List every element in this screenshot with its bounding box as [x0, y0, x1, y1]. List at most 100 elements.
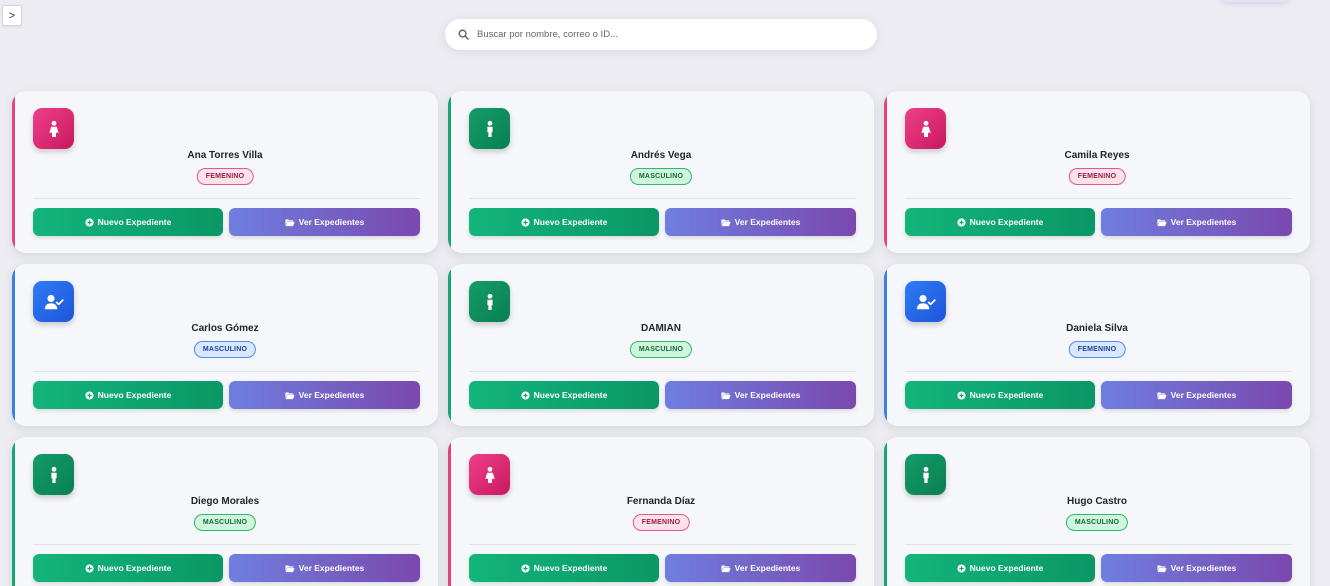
patient-name: Camila Reyes: [1064, 150, 1130, 161]
new-record-label: Nuevo Expediente: [969, 563, 1044, 573]
new-record-button[interactable]: Nuevo Expediente: [33, 381, 223, 409]
folder-open-icon: [285, 564, 295, 573]
card-divider: [905, 544, 1292, 545]
view-records-label: Ver Expedientes: [298, 217, 365, 227]
view-records-label: Ver Expedientes: [298, 563, 365, 573]
patient-card: Camila Reyes FEMENINO Nuevo Expediente V…: [884, 91, 1310, 253]
view-records-button[interactable]: Ver Expedientes: [229, 554, 420, 582]
view-records-button[interactable]: Ver Expedientes: [665, 208, 856, 236]
view-records-button[interactable]: Ver Expedientes: [1101, 554, 1292, 582]
view-records-label: Ver Expedientes: [734, 563, 801, 573]
patient-name: Andrés Vega: [630, 150, 692, 161]
plus-circle-icon: [957, 563, 966, 573]
card-accent-bar: [448, 437, 451, 586]
folder-open-icon: [1157, 564, 1167, 573]
patient-card: Ana Torres Villa FEMENINO Nuevo Expedien…: [12, 91, 438, 253]
view-records-button[interactable]: Ver Expedientes: [665, 554, 856, 582]
gender-badge: FEMENINO: [1068, 168, 1126, 185]
folder-open-icon: [285, 391, 295, 400]
patient-avatar: [33, 281, 74, 322]
patient-name: Hugo Castro: [1067, 496, 1127, 507]
folder-open-icon: [1157, 391, 1167, 400]
folder-open-icon: [721, 218, 731, 227]
plus-circle-icon: [85, 563, 94, 573]
new-record-label: Nuevo Expediente: [97, 563, 172, 573]
gender-badge: MASCULINO: [193, 341, 257, 358]
female-icon: [46, 120, 62, 138]
card-divider: [33, 544, 420, 545]
new-record-label: Nuevo Expediente: [97, 217, 172, 227]
patient-avatar: [905, 454, 946, 495]
patient-card: Carlos Gómez MASCULINO Nuevo Expediente …: [12, 264, 438, 426]
view-records-button[interactable]: Ver Expedientes: [229, 381, 420, 409]
new-record-button[interactable]: Nuevo Expediente: [905, 381, 1095, 409]
patient-name: Carlos Gómez: [191, 323, 259, 334]
card-divider: [469, 544, 856, 545]
search-bar[interactable]: [445, 19, 877, 50]
patient-avatar: [469, 108, 510, 149]
plus-circle-icon: [521, 563, 530, 573]
new-record-button[interactable]: Nuevo Expediente: [33, 554, 223, 582]
sidebar-toggle-button[interactable]: >: [2, 5, 22, 26]
view-records-button[interactable]: Ver Expedientes: [1101, 208, 1292, 236]
card-accent-bar: [884, 264, 887, 426]
patient-avatar: [33, 454, 74, 495]
card-divider: [469, 198, 856, 199]
patient-card: Andrés Vega MASCULINO Nuevo Expediente V…: [448, 91, 874, 253]
patient-avatar: [469, 281, 510, 322]
new-record-button[interactable]: Nuevo Expediente: [905, 554, 1095, 582]
gender-badge: FEMENINO: [1068, 341, 1126, 358]
user-check-icon: [44, 294, 64, 310]
female-icon: [918, 120, 934, 138]
patient-card: Daniela Silva FEMENINO Nuevo Expediente …: [884, 264, 1310, 426]
gender-badge: FEMENINO: [196, 168, 254, 185]
search-input[interactable]: [475, 28, 859, 41]
patient-card: Fernanda Díaz FEMENINO Nuevo Expediente …: [448, 437, 874, 586]
card-accent-bar: [12, 264, 15, 426]
new-record-button[interactable]: Nuevo Expediente: [469, 381, 659, 409]
card-divider: [905, 198, 1292, 199]
folder-open-icon: [1157, 218, 1167, 227]
patient-avatar: [905, 108, 946, 149]
card-divider: [33, 198, 420, 199]
card-accent-bar: [12, 91, 15, 253]
view-records-label: Ver Expedientes: [1170, 563, 1237, 573]
male-icon: [918, 466, 934, 484]
new-record-label: Nuevo Expediente: [97, 390, 172, 400]
new-record-button[interactable]: Nuevo Expediente: [905, 208, 1095, 236]
view-records-button[interactable]: Ver Expedientes: [229, 208, 420, 236]
gender-badge: MASCULINO: [1065, 514, 1129, 531]
card-accent-bar: [12, 437, 15, 586]
new-record-label: Nuevo Expediente: [533, 563, 608, 573]
patient-name: DAMIAN: [641, 323, 681, 334]
view-records-label: Ver Expedientes: [734, 217, 801, 227]
patient-name: Ana Torres Villa: [187, 150, 263, 161]
plus-circle-icon: [521, 390, 530, 400]
plus-circle-icon: [521, 217, 530, 227]
plus-circle-icon: [85, 217, 94, 227]
gender-badge: MASCULINO: [629, 168, 693, 185]
new-record-button[interactable]: Nuevo Expediente: [33, 208, 223, 236]
view-records-button[interactable]: Ver Expedientes: [665, 381, 856, 409]
card-divider: [905, 371, 1292, 372]
plus-circle-icon: [85, 390, 94, 400]
male-icon: [482, 120, 498, 138]
view-records-button[interactable]: Ver Expedientes: [1101, 381, 1292, 409]
plus-circle-icon: [957, 217, 966, 227]
new-record-button[interactable]: Nuevo Expediente: [469, 208, 659, 236]
patient-name: Fernanda Díaz: [626, 496, 696, 507]
patient-card: DAMIAN MASCULINO Nuevo Expediente Ver Ex…: [448, 264, 874, 426]
view-records-label: Ver Expedientes: [1170, 217, 1237, 227]
patient-avatar: [469, 454, 510, 495]
new-record-label: Nuevo Expediente: [533, 217, 608, 227]
folder-open-icon: [721, 391, 731, 400]
patients-page: > Ana Torres Villa FEMENINO Nuevo Expedi…: [0, 0, 1330, 586]
patient-name: Diego Morales: [190, 496, 260, 507]
view-records-label: Ver Expedientes: [298, 390, 365, 400]
patient-avatar: [33, 108, 74, 149]
new-record-button[interactable]: Nuevo Expediente: [469, 554, 659, 582]
folder-open-icon: [721, 564, 731, 573]
search-icon: [458, 29, 469, 40]
card-accent-bar: [884, 91, 887, 253]
female-icon: [482, 466, 498, 484]
